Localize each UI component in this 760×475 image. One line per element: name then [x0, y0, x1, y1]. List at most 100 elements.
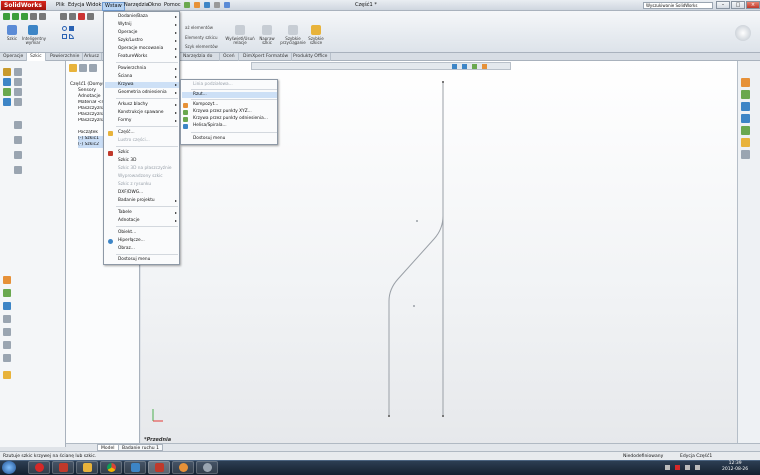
file-explorer-icon[interactable] [741, 102, 750, 111]
options-icon[interactable] [21, 13, 28, 20]
tab-features[interactable]: Operacje [0, 53, 28, 61]
undo-icon[interactable] [224, 2, 230, 8]
resources-icon[interactable] [741, 78, 750, 87]
property-tab-icon[interactable] [79, 64, 87, 72]
menu-item-features[interactable]: Operacje [118, 30, 137, 36]
offset-icon[interactable] [14, 98, 22, 106]
quick-access-toolbar[interactable] [182, 1, 242, 10]
play-icon[interactable] [3, 13, 10, 20]
design-library-icon[interactable] [741, 90, 750, 99]
sketch-tool-icon[interactable] [3, 68, 11, 76]
tree-item[interactable]: Płaszczyzna prawa [78, 118, 106, 124]
menu-item-split-line[interactable]: Linia podziałowa... [193, 82, 233, 88]
sketch-pattern-label[interactable]: Elementy szkicu [185, 35, 218, 40]
tab-surfaces[interactable]: Powierzchnie [47, 53, 84, 61]
menu-item-hyperlink[interactable]: Hiperłącze... [118, 238, 145, 244]
move-icon[interactable] [14, 136, 22, 144]
menu-item-derived-sketch[interactable]: Wyprowadzony szkic [118, 174, 163, 180]
menu-item-dxf-dwg[interactable]: DXF/DWG... [118, 190, 143, 196]
polygon-icon[interactable] [62, 34, 67, 39]
taskbar-app-chrome[interactable] [100, 461, 122, 474]
menu-item-customize-menu[interactable]: Dostosuj menu [193, 136, 225, 142]
view-orientation-icon[interactable] [472, 64, 477, 69]
pause-icon[interactable] [60, 13, 67, 20]
rotate-icon[interactable] [14, 151, 22, 159]
menu-item-customize-menu[interactable]: Dostosuj menu [118, 257, 150, 263]
menu-item-helix-spiral[interactable]: Helisa/Spirala... [193, 123, 227, 129]
zoom-fit-icon[interactable] [452, 64, 457, 69]
menu-item-face[interactable]: Ściana [118, 74, 132, 80]
menu-item-object[interactable]: Obiekt... [118, 230, 136, 236]
tab-office-products[interactable]: Produkty Office [290, 53, 332, 61]
menu-item-annotations[interactable]: Adnotacje [118, 218, 139, 224]
solidworks-resources-icon[interactable] [735, 25, 751, 41]
tray-icon[interactable] [675, 465, 680, 470]
menu-item-featureworks[interactable]: FeatureWorks [118, 54, 147, 60]
tab-dimxpert[interactable]: DimXpert Formatów [240, 53, 293, 61]
volume-icon[interactable] [695, 465, 700, 470]
menu-item-3d-sketch-on-plane[interactable]: Szkic 3D na płaszczyźnie [118, 166, 172, 172]
rectangle-icon[interactable] [69, 26, 74, 31]
menu-item-pattern-mirror[interactable]: Szyk/Lustro [118, 38, 143, 44]
centerline-icon[interactable] [14, 68, 22, 76]
clock[interactable]: 12:39 2012-08-26 [722, 461, 748, 473]
smart-dimension-button[interactable]: Inteligentny wymiar [22, 25, 46, 45]
sketch-point[interactable] [416, 220, 418, 222]
menu-view[interactable]: Widok [84, 2, 103, 9]
solidworks-logo[interactable]: SolidWorks [1, 1, 46, 10]
tab-motion-study[interactable]: Badanie ruchu 1 [118, 444, 163, 451]
appearances-icon[interactable] [741, 138, 750, 147]
macro-icon[interactable] [30, 13, 37, 20]
sketch-endpoint[interactable] [442, 81, 444, 83]
menu-item-tables[interactable]: Tabele [118, 210, 132, 216]
maximize-button[interactable]: □ [731, 1, 745, 9]
sketch-endpoint[interactable] [388, 415, 390, 417]
sketch-point[interactable] [413, 305, 415, 307]
repair-sketch-button[interactable]: Napraw szkic [258, 25, 276, 45]
save-icon[interactable] [204, 2, 210, 8]
taskbar-app-solidworks[interactable] [52, 461, 74, 474]
tab-mold-tools[interactable]: Narzędzia do form [180, 53, 220, 61]
menu-item-composite-curve[interactable]: Kompozyt... [193, 102, 218, 108]
search-icon[interactable] [741, 114, 750, 123]
pattern-label[interactable]: Szyk elementów [185, 44, 218, 49]
menu-item-curve-through-xyz[interactable]: Krzywa przez punkty XYZ... [193, 109, 252, 115]
sketch-endpoint[interactable] [442, 415, 444, 417]
tray-icon[interactable] [665, 465, 670, 470]
sketch-curve[interactable] [388, 215, 444, 416]
taskbar-app-tool[interactable] [172, 461, 194, 474]
menu-item-boss-base[interactable]: Dodanie/Baza [118, 14, 148, 20]
print-icon[interactable] [214, 2, 220, 8]
check-icon[interactable] [3, 328, 11, 336]
open-icon[interactable] [194, 2, 200, 8]
tool-icon[interactable] [78, 13, 85, 20]
menu-item-fastening-feature[interactable]: Operacje mocowania [118, 46, 163, 52]
menu-item-sketch[interactable]: Szkic [118, 150, 129, 156]
tab-sketch[interactable]: Szkic [27, 53, 46, 61]
taskbar-app-mail[interactable] [124, 461, 146, 474]
feature-tree-tab-icon[interactable] [69, 64, 77, 72]
tab-model[interactable]: Model [97, 444, 119, 451]
rebuild-icon[interactable] [12, 13, 19, 20]
taskbar-app-opera[interactable] [28, 461, 50, 474]
rapid-sketch-button[interactable]: Szybkie szkice [308, 25, 324, 45]
taskbar-app-misc[interactable] [196, 461, 218, 474]
taskbar-app-solidworks-active[interactable] [148, 461, 170, 474]
view-palette-icon[interactable] [741, 126, 750, 135]
triad-icon[interactable] [3, 371, 11, 379]
zebra-icon[interactable] [3, 354, 11, 362]
chamfer-icon[interactable] [14, 88, 22, 96]
arc-icon[interactable] [69, 34, 74, 39]
menu-window[interactable]: Okno [146, 2, 163, 9]
search-input[interactable]: Wyszukiwanie SolidWorks [643, 2, 713, 9]
network-icon[interactable] [685, 465, 690, 470]
menu-item-picture[interactable]: Obraz... [118, 246, 135, 252]
trim-entities-label[interactable]: aż elementów [185, 25, 213, 30]
menu-item-molds[interactable]: Formy [118, 118, 131, 124]
menu-item-sketch-from-drawing[interactable]: Szkic z rysunku [118, 182, 151, 188]
new-icon[interactable] [184, 2, 190, 8]
menu-item-sheet-metal[interactable]: Arkusz blachy [118, 102, 148, 108]
display-relations-button[interactable]: Wyświetl/Usuń relacje [225, 25, 255, 45]
tree-item[interactable]: (-) Szkic2 [78, 142, 106, 148]
circle-icon[interactable] [62, 26, 67, 31]
